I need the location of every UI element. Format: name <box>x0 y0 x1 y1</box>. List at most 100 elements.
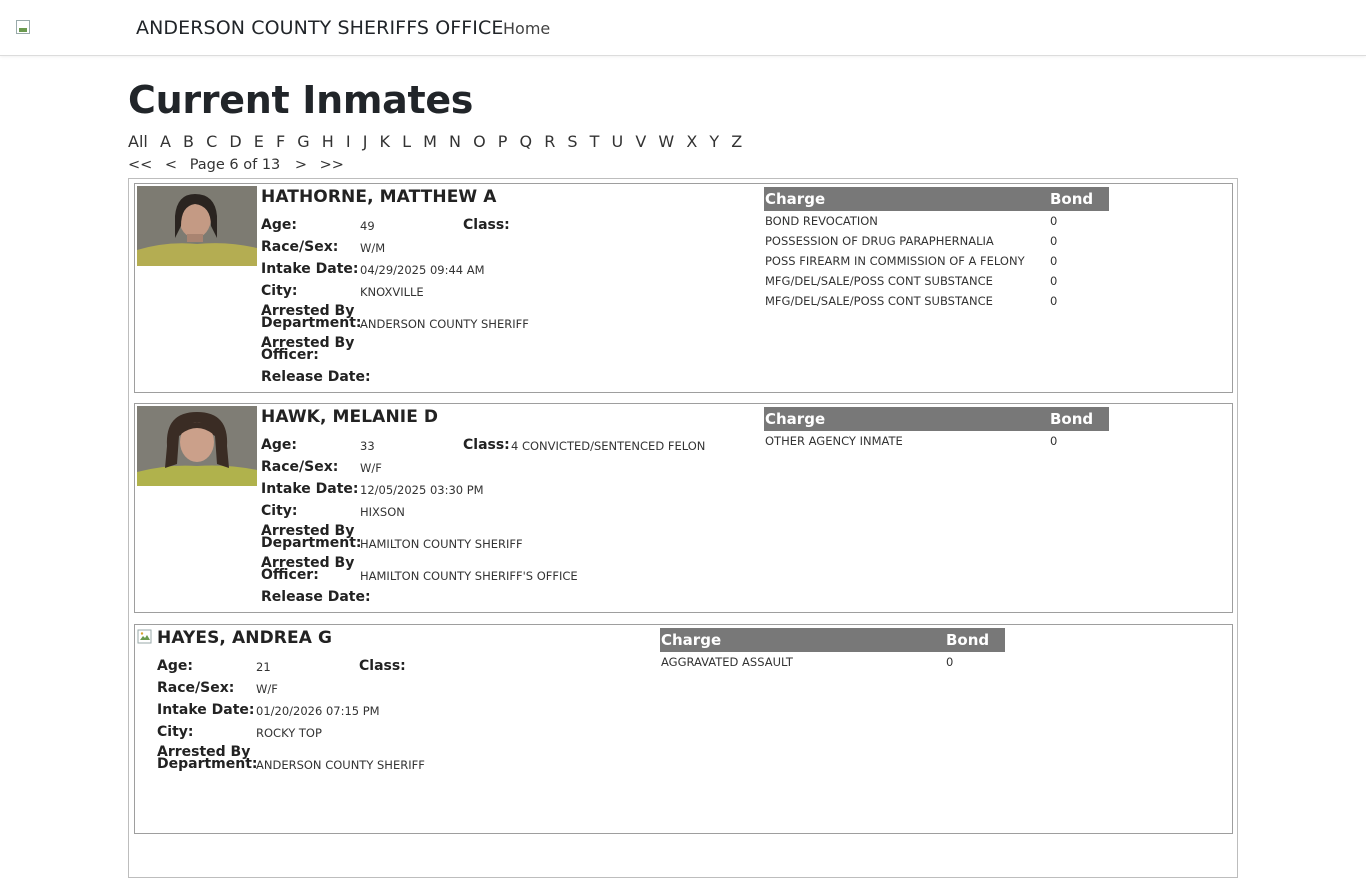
bond-value: 0 <box>1050 254 1058 268</box>
officer-value: HAMILTON COUNTY SHERIFF'S OFFICE <box>360 569 578 583</box>
alpha-link-i[interactable]: I <box>346 132 351 151</box>
age-label: Age: <box>261 217 297 233</box>
age-label: Age: <box>157 658 193 674</box>
charge-text: MFG/DEL/SALE/POSS CONT SUBSTANCE <box>765 274 993 288</box>
charges-table: Charge Bond BOND REVOCATION 0 POSSESSION… <box>764 187 1109 311</box>
alpha-link-z[interactable]: Z <box>731 132 742 151</box>
alpha-link-s[interactable]: S <box>567 132 577 151</box>
alpha-link-all[interactable]: All <box>128 132 148 151</box>
pager-prev-link[interactable]: < <box>165 157 177 173</box>
alpha-link-b[interactable]: B <box>183 132 194 151</box>
release-date-label: Release Date: <box>261 589 371 605</box>
inmate-name: HAYES, ANDREA G <box>157 628 333 648</box>
intake-date-value: 01/20/2026 07:15 PM <box>256 704 380 718</box>
alpha-link-p[interactable]: P <box>498 132 508 151</box>
charge-column-header: Charge <box>765 190 826 208</box>
charges-header: Charge Bond <box>764 187 1109 211</box>
alpha-link-h[interactable]: H <box>322 132 334 151</box>
race-sex-label: Race/Sex: <box>261 459 339 475</box>
alpha-link-g[interactable]: G <box>297 132 309 151</box>
alpha-link-q[interactable]: Q <box>520 132 533 151</box>
city-label: City: <box>261 283 298 299</box>
inmate-name: HATHORNE, MATTHEW A <box>261 187 497 207</box>
age-value: 33 <box>360 439 375 453</box>
city-value: ROCKY TOP <box>256 726 322 740</box>
alphabet-filter: All A B C D E F G H I J K L M N O P Q R … <box>128 132 749 151</box>
bond-value: 0 <box>1050 294 1058 308</box>
bond-value: 0 <box>1050 274 1058 288</box>
bond-value: 0 <box>946 655 954 669</box>
race-sex-value: W/F <box>360 461 382 475</box>
intake-date-label: Intake Date: <box>261 481 359 497</box>
pager-first-link[interactable]: << <box>128 157 152 173</box>
bond-column-header: Bond <box>1050 190 1094 208</box>
charge-row: MFG/DEL/SALE/POSS CONT SUBSTANCE 0 <box>764 291 1109 311</box>
alpha-link-d[interactable]: D <box>229 132 241 151</box>
charge-text: MFG/DEL/SALE/POSS CONT SUBSTANCE <box>765 294 993 308</box>
alpha-link-r[interactable]: R <box>544 132 555 151</box>
charges-header: Charge Bond <box>764 407 1109 431</box>
logo-image-broken-icon[interactable] <box>16 20 32 36</box>
department-value: HAMILTON COUNTY SHERIFF <box>360 537 523 551</box>
charge-row: POSS FIREARM IN COMMISSION OF A FELONY 0 <box>764 251 1109 271</box>
charges-table: Charge Bond AGGRAVATED ASSAULT 0 <box>660 628 1005 672</box>
alpha-link-k[interactable]: K <box>380 132 391 151</box>
alpha-link-j[interactable]: J <box>363 132 368 151</box>
pager-status: Page 6 of 13 <box>189 157 281 173</box>
department-value: ANDERSON COUNTY SHERIFF <box>256 758 425 772</box>
class-label: Class: <box>463 437 510 453</box>
city-label: City: <box>261 503 298 519</box>
alpha-link-x[interactable]: X <box>686 132 697 151</box>
age-value: 49 <box>360 219 375 233</box>
age-label: Age: <box>261 437 297 453</box>
pager-next-link[interactable]: > <box>295 157 307 173</box>
department-value: ANDERSON COUNTY SHERIFF <box>360 317 529 331</box>
alpha-link-o[interactable]: O <box>473 132 486 151</box>
inmate-name: HAWK, MELANIE D <box>261 407 439 427</box>
charge-row: OTHER AGENCY INMATE 0 <box>764 431 1109 451</box>
inmate-card: HATHORNE, MATTHEW A Age: 49 Class: Race/… <box>134 183 1233 393</box>
bond-value: 0 <box>1050 214 1058 228</box>
alpha-link-n[interactable]: N <box>449 132 461 151</box>
charge-column-header: Charge <box>661 631 722 649</box>
charge-text: POSS FIREARM IN COMMISSION OF A FELONY <box>765 254 1025 268</box>
alpha-link-t[interactable]: T <box>590 132 600 151</box>
charge-row: AGGRAVATED ASSAULT 0 <box>660 652 1005 672</box>
alpha-link-m[interactable]: M <box>423 132 437 151</box>
alpha-link-c[interactable]: C <box>206 132 217 151</box>
bond-value: 0 <box>1050 434 1058 448</box>
age-value: 21 <box>256 660 271 674</box>
city-value: KNOXVILLE <box>360 285 424 299</box>
inmate-list: HATHORNE, MATTHEW A Age: 49 Class: Race/… <box>128 178 1238 878</box>
class-value: 4 CONVICTED/SENTENCED FELON <box>511 439 706 453</box>
city-label: City: <box>157 724 194 740</box>
alpha-link-a[interactable]: A <box>160 132 171 151</box>
charges-table: Charge Bond OTHER AGENCY INMATE 0 <box>764 407 1109 451</box>
alpha-link-v[interactable]: V <box>635 132 646 151</box>
nav-home-link[interactable]: Home <box>503 19 550 38</box>
alpha-link-y[interactable]: Y <box>709 132 719 151</box>
charges-header: Charge Bond <box>660 628 1005 652</box>
pagination: << < Page 6 of 13 > >> <box>128 157 352 173</box>
charge-text: AGGRAVATED ASSAULT <box>661 655 793 669</box>
arrested-by-officer-label-2: Officer: <box>261 347 319 363</box>
intake-date-value: 12/05/2025 03:30 PM <box>360 483 484 497</box>
inmate-photo <box>137 186 257 266</box>
alpha-link-l[interactable]: L <box>402 132 411 151</box>
nav-brand[interactable]: ANDERSON COUNTY SHERIFFS OFFICE <box>136 17 503 39</box>
inmate-photo <box>137 406 257 486</box>
pager-last-link[interactable]: >> <box>320 157 344 173</box>
bond-column-header: Bond <box>1050 410 1094 428</box>
inmate-card: HAYES, ANDREA G Age: 21 Class: Race/Sex:… <box>134 624 1233 834</box>
bond-value: 0 <box>1050 234 1058 248</box>
charge-row: MFG/DEL/SALE/POSS CONT SUBSTANCE 0 <box>764 271 1109 291</box>
alpha-link-u[interactable]: U <box>612 132 624 151</box>
alpha-link-f[interactable]: F <box>276 132 285 151</box>
class-label: Class: <box>359 658 406 674</box>
class-label: Class: <box>463 217 510 233</box>
alpha-link-w[interactable]: W <box>658 132 674 151</box>
charge-text: OTHER AGENCY INMATE <box>765 434 903 448</box>
alpha-link-e[interactable]: E <box>254 132 264 151</box>
release-date-label: Release Date: <box>261 369 371 385</box>
charge-row: POSSESSION OF DRUG PARAPHERNALIA 0 <box>764 231 1109 251</box>
